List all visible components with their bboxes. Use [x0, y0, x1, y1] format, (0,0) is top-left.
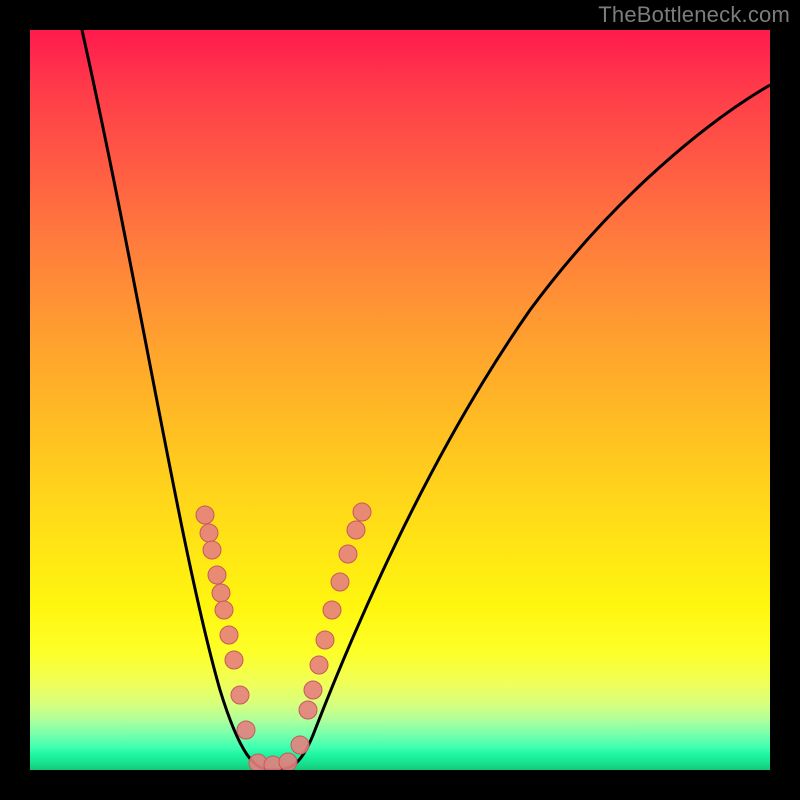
- curve-svg: [30, 30, 770, 770]
- plot-area: [30, 30, 770, 770]
- data-point-marker: [200, 524, 218, 542]
- chart-frame: TheBottleneck.com: [0, 0, 800, 800]
- data-point-marker: [304, 681, 322, 699]
- data-point-marker: [310, 656, 328, 674]
- data-point-marker: [299, 701, 317, 719]
- data-point-marker: [347, 521, 365, 539]
- data-point-marker: [231, 686, 249, 704]
- watermark-text: TheBottleneck.com: [598, 2, 790, 28]
- data-point-marker: [212, 584, 230, 602]
- data-point-marker: [291, 736, 309, 754]
- data-point-marker: [279, 753, 297, 770]
- data-point-marker: [215, 601, 233, 619]
- data-point-marker: [353, 503, 371, 521]
- data-point-marker: [331, 573, 349, 591]
- data-point-marker: [220, 626, 238, 644]
- data-point-marker: [203, 541, 221, 559]
- data-point-marker: [208, 566, 226, 584]
- data-point-marker: [339, 545, 357, 563]
- data-point-marker: [196, 506, 214, 524]
- data-point-marker: [237, 721, 255, 739]
- markers-right-cluster: [299, 503, 371, 719]
- data-point-marker: [225, 651, 243, 669]
- bottleneck-curve: [82, 30, 770, 770]
- data-point-marker: [316, 631, 334, 649]
- curve-group: [82, 30, 770, 770]
- markers-bottom-cluster: [249, 736, 309, 770]
- data-point-marker: [323, 601, 341, 619]
